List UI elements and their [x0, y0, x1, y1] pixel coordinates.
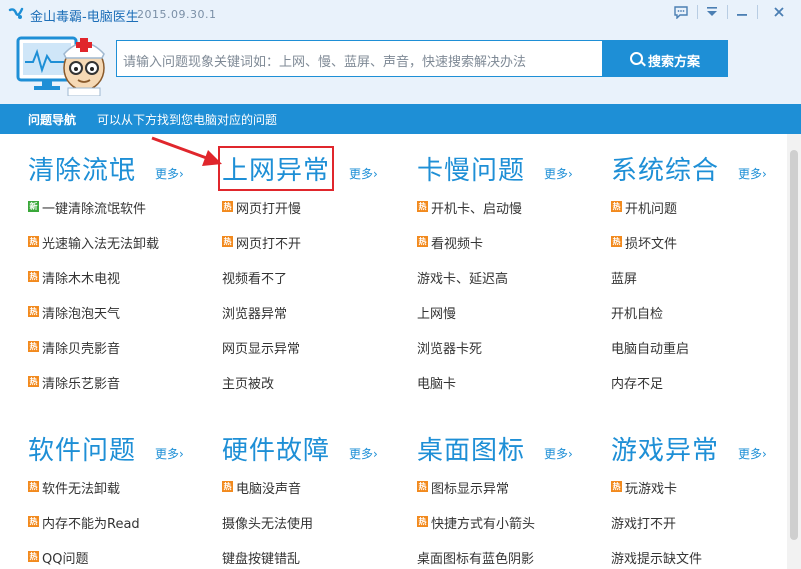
problem-link[interactable]: 网页显示异常	[222, 338, 300, 357]
more-link[interactable]: 更多›	[544, 165, 573, 182]
hot-badge: 热	[417, 481, 428, 492]
problem-link[interactable]: 电脑没声音	[236, 478, 301, 497]
problem-link[interactable]: 游戏打不开	[611, 513, 676, 532]
problem-link[interactable]: 浏览器卡死	[417, 338, 482, 357]
category-title[interactable]: 桌面图标	[417, 430, 525, 467]
hot-badge: 热	[28, 481, 39, 492]
menu-icon[interactable]	[701, 2, 723, 22]
search-placeholder: 请输入问题现象关键词如：上网、慢、蓝屏、声音，快速搜索解决办法	[123, 55, 527, 70]
problem-link[interactable]: 上网慢	[417, 303, 456, 322]
problem-link[interactable]: 蓝屏	[611, 268, 637, 287]
more-link[interactable]: 更多›	[155, 445, 184, 462]
hot-badge: 热	[28, 306, 39, 317]
more-link[interactable]: 更多›	[738, 445, 767, 462]
problem-link[interactable]: 开机问题	[625, 198, 677, 217]
more-link[interactable]: 更多›	[349, 445, 378, 462]
title-separator	[727, 5, 728, 19]
search-input[interactable]: 请输入问题现象关键词如：上网、慢、蓝屏、声音，快速搜索解决办法	[116, 40, 603, 77]
hot-badge: 热	[611, 236, 622, 247]
hot-badge: 热	[222, 481, 233, 492]
problem-link[interactable]: 清除木木电视	[42, 268, 120, 287]
problem-link[interactable]: 图标显示异常	[431, 478, 509, 497]
category-title[interactable]: 清除流氓	[28, 150, 136, 187]
problem-link[interactable]: 主页被改	[222, 373, 274, 392]
category-title[interactable]: 系统综合	[611, 150, 719, 187]
doctor-mascot-icon	[16, 36, 105, 96]
header: 金山毒霸-电脑医生 2015.09.30.1 请输入问题现象关键词如：上网、慢、…	[0, 0, 801, 104]
problem-link[interactable]: 快捷方式有小箭头	[431, 513, 535, 532]
app-title: 金山毒霸-电脑医生	[30, 10, 139, 25]
category-title[interactable]: 卡慢问题	[417, 150, 525, 187]
category-title[interactable]: 软件问题	[28, 430, 136, 467]
problem-link[interactable]: 网页打不开	[236, 233, 301, 252]
problem-link[interactable]: 开机自检	[611, 303, 663, 322]
problem-link[interactable]: 清除贝壳影音	[42, 338, 120, 357]
hot-badge: 热	[222, 201, 233, 212]
hot-badge: 热	[417, 236, 428, 247]
problem-link[interactable]: 浏览器异常	[222, 303, 287, 322]
scrollbar[interactable]	[787, 134, 801, 569]
title-separator	[757, 5, 758, 19]
scrollbar-thumb[interactable]	[790, 150, 798, 540]
hot-badge: 热	[28, 376, 39, 387]
more-link[interactable]: 更多›	[349, 165, 378, 182]
close-icon[interactable]	[768, 2, 790, 22]
problem-link[interactable]: 开机卡、启动慢	[431, 198, 522, 217]
problem-link[interactable]: 软件无法卸载	[42, 478, 120, 497]
search-button[interactable]: 搜索方案	[603, 40, 728, 77]
problem-link[interactable]: 摄像头无法使用	[222, 513, 313, 532]
hot-badge: 热	[28, 516, 39, 527]
problem-link[interactable]: 光速输入法无法卸载	[42, 233, 159, 252]
minimize-icon[interactable]	[731, 2, 753, 22]
category-title[interactable]: 上网异常	[217, 146, 335, 191]
title-bar[interactable]: 金山毒霸-电脑医生 2015.09.30.1	[0, 0, 801, 28]
app-logo-icon	[8, 7, 24, 19]
problem-link[interactable]: 电脑卡	[417, 373, 456, 392]
problem-link[interactable]: 清除乐艺影音	[42, 373, 120, 392]
nav-title: 问题导航	[28, 113, 77, 127]
more-link[interactable]: 更多›	[738, 165, 767, 182]
problem-link[interactable]: 电脑自动重启	[611, 338, 689, 357]
problem-link[interactable]: 清除泡泡天气	[42, 303, 120, 322]
problem-link[interactable]: 游戏卡、延迟高	[417, 268, 508, 287]
problem-link[interactable]: 损坏文件	[625, 233, 677, 252]
hot-badge: 热	[28, 236, 39, 247]
search-icon	[630, 52, 643, 65]
problem-link[interactable]: 网页打开慢	[236, 198, 301, 217]
new-badge: 新	[28, 201, 39, 212]
problem-link[interactable]: 内存不足	[611, 373, 663, 392]
problem-link[interactable]: 看视频卡	[431, 233, 483, 252]
category-title[interactable]: 游戏异常	[611, 430, 719, 467]
more-link[interactable]: 更多›	[544, 445, 573, 462]
problem-link[interactable]: 内存不能为Read	[42, 513, 140, 532]
problem-link[interactable]: 一键清除流氓软件	[42, 198, 146, 217]
hot-badge: 热	[28, 271, 39, 282]
nav-description: 可以从下方找到您电脑对应的问题	[97, 113, 278, 127]
app-version: 2015.09.30.1	[137, 8, 217, 21]
category-title[interactable]: 硬件故障	[222, 430, 330, 467]
title-separator	[697, 5, 698, 19]
search-button-label: 搜索方案	[648, 55, 701, 70]
hot-badge: 热	[28, 341, 39, 352]
problem-link[interactable]: 视频看不了	[222, 268, 287, 287]
hot-badge: 热	[417, 201, 428, 212]
problem-link[interactable]: 游戏提示缺文件	[611, 548, 702, 567]
hot-badge: 热	[611, 201, 622, 212]
annotation-arrow	[151, 136, 222, 166]
hot-badge: 热	[222, 236, 233, 247]
hot-badge: 热	[611, 481, 622, 492]
problem-link[interactable]: 桌面图标有蓝色阴影	[417, 548, 534, 567]
feedback-icon[interactable]	[670, 2, 692, 22]
hot-badge: 热	[28, 551, 39, 562]
problem-nav-bar: 问题导航 可以从下方找到您电脑对应的问题	[0, 104, 801, 134]
problem-link[interactable]: 玩游戏卡	[625, 478, 677, 497]
hot-badge: 热	[417, 516, 428, 527]
problem-link[interactable]: QQ问题	[42, 548, 88, 567]
problem-link[interactable]: 键盘按键错乱	[222, 548, 300, 567]
